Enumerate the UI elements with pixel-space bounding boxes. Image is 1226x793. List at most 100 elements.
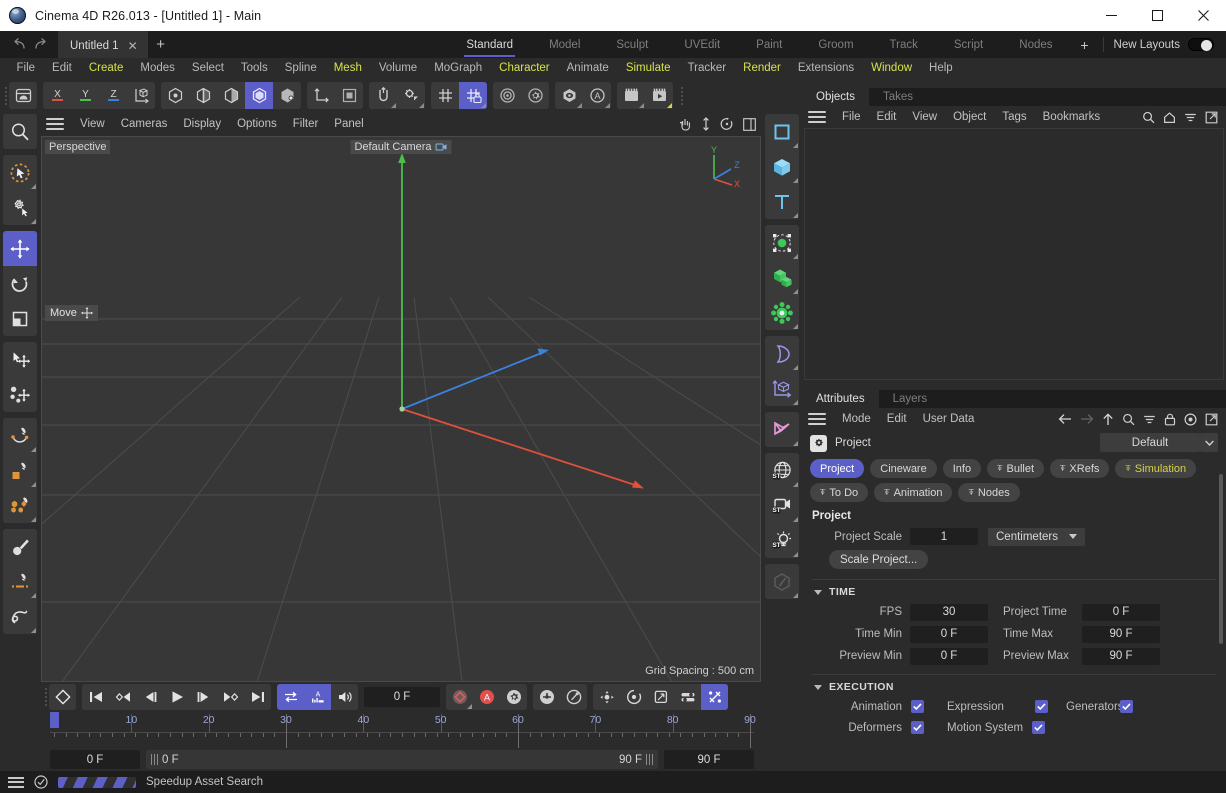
scale-tool-icon[interactable] bbox=[3, 301, 37, 336]
world-object-coordinates-icon[interactable] bbox=[127, 82, 155, 109]
viewport-solo-icon[interactable] bbox=[335, 82, 363, 109]
chip-animation[interactable]: ⍕Animation bbox=[874, 483, 952, 502]
mograph-cloner-icon[interactable] bbox=[765, 295, 799, 330]
edge-mode-icon[interactable] bbox=[189, 82, 217, 109]
spline-pen-icon[interactable] bbox=[3, 418, 37, 453]
objects-menu-object[interactable]: Object bbox=[945, 111, 994, 123]
go-to-start-icon[interactable] bbox=[82, 684, 109, 710]
attributes-scrollbar[interactable] bbox=[1218, 474, 1224, 767]
menu-item-window[interactable]: Window bbox=[863, 58, 921, 79]
poly-brush-icon[interactable] bbox=[3, 488, 37, 523]
menu-item-extensions[interactable]: Extensions bbox=[789, 58, 862, 79]
loop-playback-icon[interactable] bbox=[277, 684, 304, 710]
key-position-icon[interactable] bbox=[593, 684, 620, 710]
chip-simulation[interactable]: ⍕Simulation bbox=[1115, 459, 1196, 478]
menu-item-volume[interactable]: Volume bbox=[370, 58, 425, 79]
time-min-input[interactable]: 0 F bbox=[910, 626, 988, 643]
check-circle-icon[interactable] bbox=[34, 775, 48, 789]
home-icon[interactable] bbox=[1163, 111, 1176, 124]
project-scale-input[interactable]: 1 bbox=[910, 528, 978, 545]
light-object-icon[interactable]: ST bbox=[765, 523, 799, 558]
viewport-menu-display[interactable]: Display bbox=[175, 118, 229, 130]
record-rotation-icon[interactable] bbox=[560, 684, 587, 710]
play-icon[interactable] bbox=[163, 684, 190, 710]
popout-icon[interactable] bbox=[1205, 111, 1218, 124]
range-left-handle[interactable] bbox=[151, 754, 158, 765]
spline-draw-icon[interactable] bbox=[3, 599, 37, 634]
objects-tree[interactable] bbox=[804, 128, 1224, 380]
enable-snapping-icon[interactable] bbox=[369, 82, 397, 109]
project-units-dropdown[interactable]: Centimeters bbox=[988, 528, 1085, 546]
close-icon[interactable] bbox=[1180, 0, 1226, 31]
key-rotation-icon[interactable] bbox=[620, 684, 647, 710]
timeline-start-field[interactable]: 0 F bbox=[50, 750, 140, 769]
quantize-snap-icon[interactable] bbox=[397, 82, 425, 109]
search-icon[interactable] bbox=[1122, 413, 1135, 426]
z-axis-lock-icon[interactable]: Z bbox=[99, 82, 127, 109]
time-max-input[interactable]: 90 F bbox=[1082, 626, 1160, 643]
record-active-objects-icon[interactable] bbox=[446, 684, 473, 710]
chip-cineware[interactable]: Cineware bbox=[870, 459, 936, 478]
timeline-range-slider[interactable]: 0 F 90 F bbox=[146, 750, 658, 769]
texture-axis-icon[interactable] bbox=[307, 82, 335, 109]
range-right-handle[interactable] bbox=[646, 754, 653, 765]
objects-menu-view[interactable]: View bbox=[904, 111, 945, 123]
timeline-playhead[interactable] bbox=[50, 712, 59, 728]
sculpt-brush-icon[interactable] bbox=[3, 529, 37, 564]
menu-item-tracker[interactable]: Tracker bbox=[679, 58, 735, 79]
menu-item-mograph[interactable]: MoGraph bbox=[426, 58, 491, 79]
chip-info[interactable]: Info bbox=[943, 459, 981, 478]
motion-system-checkbox[interactable] bbox=[1032, 721, 1045, 734]
deformers-checkbox[interactable] bbox=[911, 721, 924, 734]
audio-mute-icon[interactable] bbox=[331, 684, 358, 710]
material-editor-icon[interactable] bbox=[765, 564, 799, 599]
workplane-tool-icon[interactable] bbox=[3, 190, 37, 225]
menu-item-character[interactable]: Character bbox=[491, 58, 559, 79]
record-keyframe-icon[interactable] bbox=[49, 684, 76, 710]
magnify-zoom-icon[interactable] bbox=[3, 114, 37, 149]
camera-icon[interactable] bbox=[436, 142, 448, 152]
menu-item-mesh[interactable]: Mesh bbox=[325, 58, 370, 79]
content-browser-icon[interactable] bbox=[617, 82, 645, 109]
objects-menu-edit[interactable]: Edit bbox=[869, 111, 905, 123]
tab-layers[interactable]: Layers bbox=[879, 390, 942, 408]
menu-item-spline[interactable]: Spline bbox=[276, 58, 325, 79]
menu-item-tools[interactable]: Tools bbox=[232, 58, 276, 79]
render-to-picture-viewer-icon[interactable]: A bbox=[583, 82, 611, 109]
chevron-down-icon[interactable] bbox=[1200, 433, 1218, 452]
timeline-ruler[interactable]: 0102030405060708090 bbox=[50, 714, 754, 746]
toolbar-grip-end[interactable] bbox=[679, 85, 685, 107]
chip-todo[interactable]: ⍕To Do bbox=[810, 483, 868, 502]
viewport-menu-icon[interactable] bbox=[46, 118, 64, 130]
viewport-menu-cameras[interactable]: Cameras bbox=[113, 118, 176, 130]
document-tab-close-icon[interactable]: ✕ bbox=[128, 40, 138, 52]
previous-key-icon[interactable] bbox=[109, 684, 136, 710]
filter-icon[interactable] bbox=[1184, 111, 1197, 124]
menu-item-modes[interactable]: Modes bbox=[132, 58, 184, 79]
timeline-end-field[interactable]: 90 F bbox=[664, 750, 754, 769]
dynamic-place-icon[interactable] bbox=[3, 377, 37, 412]
attributes-menu-icon[interactable] bbox=[808, 413, 826, 425]
grid-snap-icon[interactable] bbox=[431, 82, 459, 109]
tab-takes[interactable]: Takes bbox=[869, 88, 927, 106]
menu-item-animate[interactable]: Animate bbox=[558, 58, 617, 79]
new-layouts-toggle[interactable] bbox=[1188, 38, 1214, 51]
viewport-axis-gizmo[interactable]: Y X Z bbox=[698, 145, 744, 191]
redo-icon[interactable] bbox=[30, 38, 52, 51]
layout-tab-groom[interactable]: Groom bbox=[800, 31, 871, 58]
pan-icon[interactable] bbox=[678, 117, 692, 131]
orbit-icon[interactable] bbox=[720, 117, 734, 131]
asset-browser-icon[interactable] bbox=[645, 82, 673, 109]
x-axis-lock-icon[interactable]: X bbox=[43, 82, 71, 109]
new-document-tab-button[interactable]: + bbox=[148, 31, 174, 58]
select-and-move-icon[interactable] bbox=[3, 342, 37, 377]
viewport-menu-options[interactable]: Options bbox=[229, 118, 285, 130]
point-mode-icon[interactable] bbox=[161, 82, 189, 109]
layout-tab-paint[interactable]: Paint bbox=[738, 31, 800, 58]
chip-project[interactable]: Project bbox=[810, 459, 864, 478]
render-view-icon[interactable] bbox=[493, 82, 521, 109]
polygon-pen-icon[interactable] bbox=[3, 453, 37, 488]
move-tool-icon[interactable] bbox=[3, 231, 37, 266]
environment-sky-icon[interactable]: ST bbox=[765, 453, 799, 488]
chip-nodes[interactable]: ⍕Nodes bbox=[958, 483, 1019, 502]
